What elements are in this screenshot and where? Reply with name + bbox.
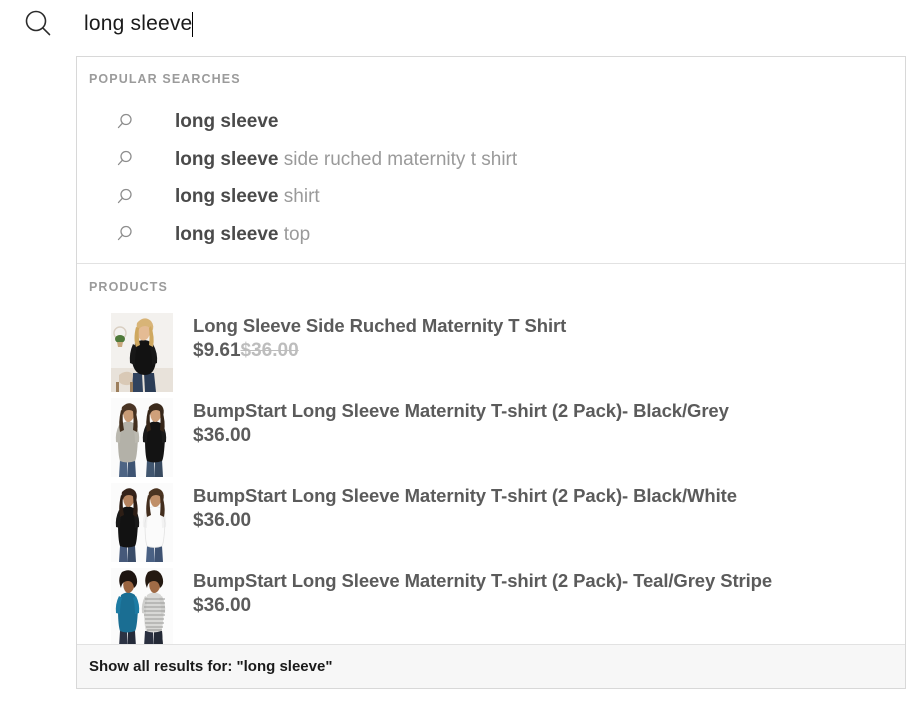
product-title: BumpStart Long Sleeve Maternity T-shirt … bbox=[193, 570, 773, 591]
product-results-list: Long Sleeve Side Ruched Maternity T Shir… bbox=[77, 311, 905, 651]
search-icon bbox=[113, 148, 135, 170]
product-thumbnail bbox=[111, 568, 173, 647]
search-icon bbox=[113, 111, 135, 133]
suggestion-item-0[interactable]: long sleeve bbox=[77, 103, 905, 141]
suggestion-match: long sleeve bbox=[175, 111, 279, 132]
text-caret bbox=[192, 12, 194, 37]
product-title: BumpStart Long Sleeve Maternity T-shirt … bbox=[193, 400, 729, 421]
product-info: Long Sleeve Side Ruched Maternity T Shir… bbox=[193, 314, 897, 364]
suggestion-text: long sleeve top bbox=[175, 216, 310, 254]
search-autocomplete-screen: long sleeve POPULAR SEARCHES long sleeve bbox=[0, 0, 918, 722]
search-input[interactable]: long sleeve bbox=[84, 6, 844, 42]
suggestion-text: long sleeve bbox=[175, 103, 279, 141]
search-bar: long sleeve bbox=[0, 0, 918, 56]
product-price: $36.00 bbox=[193, 423, 897, 449]
product-thumbnail bbox=[111, 483, 173, 562]
search-icon[interactable] bbox=[22, 8, 54, 40]
suggestion-item-3[interactable]: long sleeve top bbox=[77, 216, 905, 254]
show-all-results-button[interactable]: Show all results for: "long sleeve" bbox=[77, 644, 905, 688]
suggestion-item-1[interactable]: long sleeve side ruched maternity t shir… bbox=[77, 141, 905, 179]
suggestion-match: long sleeve bbox=[175, 148, 279, 170]
price-original: $36.00 bbox=[240, 340, 299, 361]
suggestion-rest: side ruched maternity t shirt bbox=[278, 148, 518, 170]
popular-searches-heading: POPULAR SEARCHES bbox=[89, 72, 241, 86]
popular-searches-list: long sleeve long sleeve side ruched mate… bbox=[77, 103, 905, 253]
product-title: Long Sleeve Side Ruched Maternity T Shir… bbox=[193, 315, 567, 336]
product-row[interactable]: Long Sleeve Side Ruched Maternity T Shir… bbox=[77, 311, 905, 396]
product-thumbnail bbox=[111, 398, 173, 477]
suggestion-rest: shirt bbox=[278, 186, 320, 207]
product-info: BumpStart Long Sleeve Maternity T-shirt … bbox=[193, 484, 897, 534]
price-current: $36.00 bbox=[193, 595, 252, 616]
product-price: $36.00 bbox=[193, 593, 897, 619]
product-info: BumpStart Long Sleeve Maternity T-shirt … bbox=[193, 569, 897, 619]
product-title: BumpStart Long Sleeve Maternity T-shirt … bbox=[193, 485, 737, 506]
search-icon bbox=[113, 223, 135, 245]
show-all-results-label: Show all results for: "long sleeve" bbox=[89, 658, 333, 675]
suggestion-text: long sleeve side ruched maternity t shir… bbox=[175, 141, 517, 179]
search-input-value: long sleeve bbox=[84, 12, 193, 35]
product-row[interactable]: BumpStart Long Sleeve Maternity T-shirt … bbox=[77, 396, 905, 481]
suggestion-text: long sleeve shirt bbox=[175, 178, 320, 216]
autocomplete-panel: POPULAR SEARCHES long sleeve long sleeve… bbox=[76, 56, 906, 689]
price-current: $36.00 bbox=[193, 425, 252, 446]
price-current: $9.61 bbox=[193, 340, 241, 361]
product-price: $36.00 bbox=[193, 508, 897, 534]
price-current: $36.00 bbox=[193, 510, 252, 531]
suggestion-item-2[interactable]: long sleeve shirt bbox=[77, 178, 905, 216]
product-row[interactable]: BumpStart Long Sleeve Maternity T-shirt … bbox=[77, 481, 905, 566]
products-heading: PRODUCTS bbox=[89, 280, 168, 294]
section-divider bbox=[77, 263, 905, 264]
product-row[interactable]: BumpStart Long Sleeve Maternity T-shirt … bbox=[77, 566, 905, 651]
suggestion-match: long sleeve bbox=[175, 186, 279, 207]
product-thumbnail bbox=[111, 313, 173, 392]
suggestion-rest: top bbox=[278, 223, 311, 245]
suggestion-match: long sleeve bbox=[175, 223, 279, 245]
search-icon bbox=[113, 186, 135, 208]
product-info: BumpStart Long Sleeve Maternity T-shirt … bbox=[193, 399, 897, 449]
product-price: $9.61$36.00 bbox=[193, 338, 897, 364]
